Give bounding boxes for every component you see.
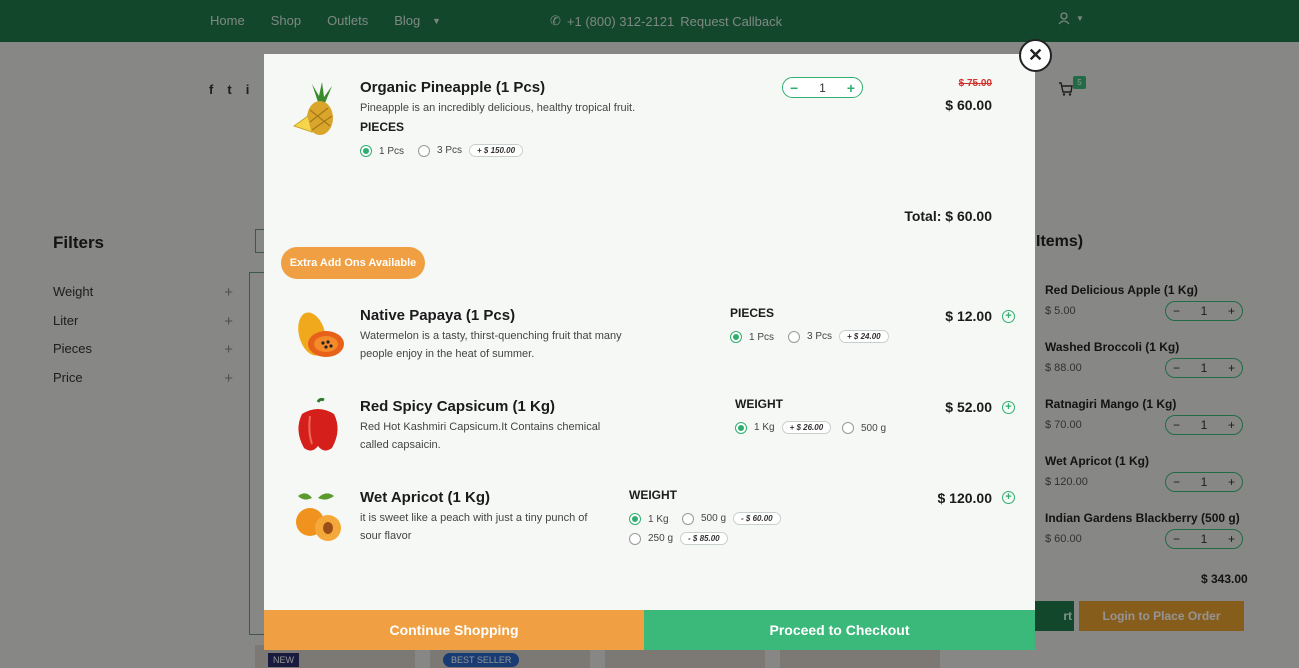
addon-option-3[interactable]: 250 g - $ 85.00	[629, 532, 728, 545]
radio[interactable]	[418, 144, 430, 157]
price-delta-badge: + $ 150.00	[469, 144, 524, 157]
minus-icon[interactable]: −	[790, 80, 798, 96]
plus-icon[interactable]: +	[847, 80, 855, 96]
add-circle-icon[interactable]: +	[1002, 491, 1015, 504]
option-group-label: PIECES	[730, 306, 775, 320]
product-modal: Organic Pineapple (1 Pcs) Pineapple is a…	[264, 54, 1035, 650]
option-group-label: PIECES	[360, 120, 405, 134]
continue-shopping-button[interactable]: Continue Shopping	[264, 610, 644, 650]
addon-option-2[interactable]: 3 Pcs + $ 24.00	[788, 330, 889, 343]
price-delta-badge: - $ 60.00	[733, 512, 781, 525]
addon-option-2[interactable]: 500 g - $ 60.00	[682, 512, 781, 525]
radio[interactable]	[788, 330, 800, 343]
proceed-to-checkout-button[interactable]: Proceed to Checkout	[644, 610, 1035, 650]
pineapple-image	[292, 82, 333, 135]
addon-title: Native Papaya (1 Pcs)	[360, 307, 516, 324]
option-1-pcs[interactable]: 1 Pcs	[360, 145, 404, 157]
addon-title: Wet Apricot (1 Kg)	[360, 489, 490, 506]
addon-option-2[interactable]: 500 g	[842, 422, 886, 434]
apricot-image	[296, 493, 341, 541]
option-3-pcs[interactable]: 3 Pcs + $ 150.00	[418, 144, 524, 157]
addon-description: it is sweet like a peach with just a tin…	[360, 512, 588, 542]
quantity-value: 1	[819, 80, 826, 95]
option-group-label: WEIGHT	[735, 397, 783, 411]
radio-selected[interactable]	[360, 145, 372, 157]
close-icon[interactable]: ✕	[1019, 39, 1052, 72]
quantity-stepper[interactable]: − 1 +	[782, 77, 863, 98]
product-title: Organic Pineapple (1 Pcs)	[360, 79, 546, 96]
addon-price: $ 120.00	[937, 490, 993, 506]
modal-total: Total: $ 60.00	[904, 208, 992, 224]
option-group-label: WEIGHT	[629, 488, 677, 502]
radio[interactable]	[682, 512, 694, 525]
papaya-image	[298, 312, 344, 357]
radio[interactable]	[629, 532, 641, 545]
addon-price: $ 12.00	[945, 308, 992, 324]
product-description: Pineapple is an incredibly delicious, he…	[360, 102, 636, 114]
radio-selected[interactable]	[730, 331, 742, 343]
addon-price: $ 52.00	[945, 399, 992, 415]
price-delta-badge: + $ 26.00	[781, 421, 832, 434]
price-delta-badge: + $ 24.00	[839, 330, 889, 343]
addon-title: Red Spicy Capsicum (1 Kg)	[360, 398, 556, 415]
capsicum-image	[298, 397, 338, 451]
price-delta-badge: - $ 85.00	[680, 532, 728, 545]
original-price: $ 75.00	[958, 78, 992, 89]
extra-addons-button[interactable]: Extra Add Ons Available	[281, 247, 425, 279]
radio[interactable]	[842, 422, 854, 434]
add-circle-icon[interactable]: +	[1002, 310, 1015, 323]
radio-selected[interactable]	[629, 513, 641, 525]
radio-selected[interactable]	[735, 421, 747, 434]
addon-option-1[interactable]: 1 Pcs	[730, 331, 774, 343]
addon-option-1[interactable]: 1 Kg + $ 26.00	[735, 421, 832, 434]
product-price: $ 60.00	[945, 97, 992, 113]
addon-description: Red Hot Kashmiri Capsicum.It Contains ch…	[360, 421, 601, 451]
addon-option-1[interactable]: 1 Kg	[629, 513, 669, 525]
addon-description: Watermelon is a tasty, thirst-quenching …	[360, 330, 622, 360]
add-circle-icon[interactable]: +	[1002, 401, 1015, 414]
